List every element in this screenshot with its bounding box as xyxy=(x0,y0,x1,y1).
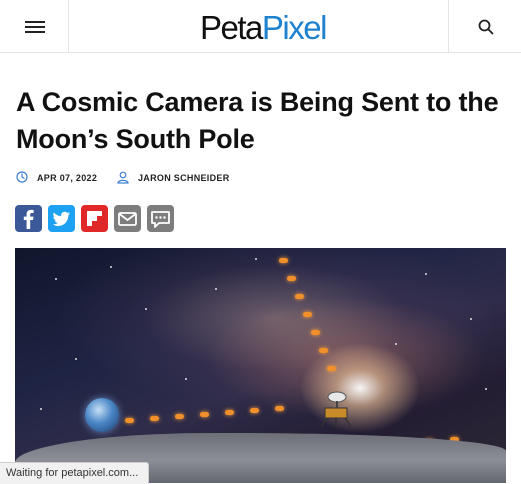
menu-button[interactable] xyxy=(0,0,69,53)
share-flipboard-button[interactable] xyxy=(81,205,108,232)
site-logo[interactable]: PetaPixel xyxy=(200,8,328,48)
facebook-icon xyxy=(15,205,42,232)
share-facebook-button[interactable] xyxy=(15,205,42,232)
author-name: JARON SCHNEIDER xyxy=(138,173,230,183)
search-button[interactable] xyxy=(448,0,521,53)
search-icon xyxy=(478,19,494,35)
share-email-button[interactable] xyxy=(114,205,141,232)
logo-text-peta: Peta xyxy=(200,9,263,46)
browser-status-bar: Waiting for petapixel.com... xyxy=(0,462,150,484)
share-comment-button[interactable] xyxy=(147,205,174,232)
user-icon xyxy=(117,171,129,184)
email-icon xyxy=(114,205,141,232)
twitter-icon xyxy=(48,205,75,232)
comment-icon xyxy=(147,205,174,232)
logo-text-pixel: Pixel xyxy=(261,9,328,46)
share-twitter-button[interactable] xyxy=(48,205,75,232)
article-title: A Cosmic Camera is Being Sent to the Moo… xyxy=(16,87,499,154)
hero-image[interactable] xyxy=(15,248,506,483)
flipboard-icon xyxy=(81,205,108,232)
clock-icon xyxy=(16,171,28,183)
date-text: APR 07, 2022 xyxy=(37,173,98,183)
site-header: PetaPixel xyxy=(0,0,521,53)
